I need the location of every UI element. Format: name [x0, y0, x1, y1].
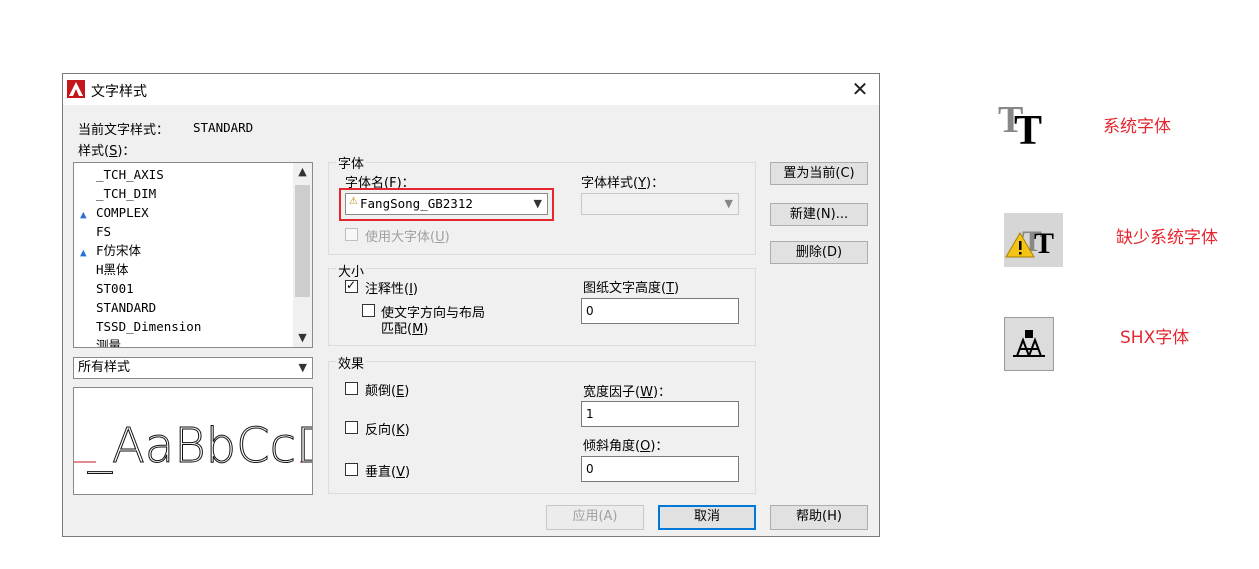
style-listbox[interactable]: _TCH_AXIS _TCH_DIM ▲ COMPLEX FS ▲ F仿宋体 H黑体…: [73, 162, 313, 348]
style-list-item[interactable]: H黑体: [74, 260, 294, 279]
current-style-label: 当前文字样式：: [78, 123, 170, 138]
missing-font-icon: T T: [1004, 213, 1063, 267]
cancel-button[interactable]: 取消: [658, 505, 756, 530]
autocad-app-icon: [67, 80, 85, 98]
preview-text: _AaBbCcD: [87, 418, 313, 474]
style-list-item[interactable]: FS: [74, 222, 294, 241]
annotative-icon: ▲: [80, 246, 87, 259]
annotative-icon: ▲: [80, 208, 87, 221]
preview-canvas: _AaBbCcD: [74, 418, 313, 475]
set-current-button[interactable]: 置为当前(C): [770, 162, 868, 185]
chevron-down-icon: ▼: [298, 361, 307, 374]
dialog-title: 文字样式: [91, 84, 147, 100]
match-orientation-checkbox[interactable]: [362, 304, 375, 317]
shx-compass-icon: [1013, 330, 1045, 357]
style-list-item[interactable]: _TCH_DIM: [74, 184, 294, 203]
close-button[interactable]: ✕: [845, 76, 875, 102]
truetype-font-icon: T T: [998, 99, 1042, 150]
style-filter-dropdown[interactable]: 所有样式 ▼: [73, 357, 313, 379]
match-orientation-label-line2: 匹配(M): [381, 322, 429, 337]
shx-font-icon: [1004, 317, 1054, 371]
style-list-item[interactable]: ▲ F仿宋体: [74, 241, 294, 260]
backwards-label: 反向(K): [365, 423, 410, 438]
use-bigfont-checkbox[interactable]: [345, 228, 358, 241]
font-style-dropdown[interactable]: ▼: [581, 193, 739, 215]
style-list-item[interactable]: ST001: [74, 279, 294, 298]
vertical-label: 垂直(V): [365, 465, 411, 480]
chevron-down-icon: ▼: [724, 197, 733, 210]
paper-height-input[interactable]: 0: [581, 298, 739, 324]
scroll-thumb[interactable]: [295, 185, 310, 297]
paper-height-label: 图纸文字高度(T): [583, 281, 680, 296]
new-style-button[interactable]: 新建(N)...: [770, 203, 868, 226]
svg-text:T: T: [1014, 108, 1042, 150]
scroll-down-icon[interactable]: ▼: [293, 329, 312, 347]
legend-shx-font: SHX字体: [1120, 328, 1190, 348]
oblique-angle-label: 倾斜角度(O)：: [583, 439, 669, 454]
use-bigfont-label: 使用大字体(U): [365, 230, 450, 245]
backwards-checkbox[interactable]: [345, 421, 358, 434]
style-list-item[interactable]: STANDARD: [74, 298, 294, 317]
svg-text:T: T: [1034, 227, 1054, 260]
upside-down-label: 颠倒(E): [365, 384, 410, 399]
style-list-item[interactable]: ▲ COMPLEX: [74, 203, 294, 222]
legend-missing-system-font: 缺少系统字体: [1116, 228, 1218, 248]
style-list-item[interactable]: _TCH_AXIS: [74, 165, 294, 184]
current-style-value: STANDARD: [193, 120, 254, 135]
text-preview: _AaBbCcD: [73, 387, 313, 495]
scroll-up-icon[interactable]: ▲: [293, 163, 312, 181]
oblique-angle-input[interactable]: 0: [581, 456, 739, 482]
style-list-scrollbar[interactable]: ▲ ▼: [293, 163, 312, 347]
apply-button[interactable]: 应用(A): [546, 505, 644, 530]
styles-label: 样式(S)：: [78, 144, 136, 159]
annotative-checkbox[interactable]: [345, 278, 358, 293]
style-list-item[interactable]: TSSD_Dimension: [74, 317, 294, 336]
width-factor-label: 宽度因子(W)：: [583, 385, 672, 400]
help-button[interactable]: 帮助(H): [770, 505, 868, 530]
font-style-label: 字体样式(Y)：: [581, 176, 665, 191]
title-bar: 文字样式 ✕: [63, 74, 879, 105]
style-list-item[interactable]: 测量: [74, 336, 294, 347]
style-filter-value: 所有样式: [78, 360, 131, 375]
vertical-checkbox[interactable]: [345, 463, 358, 476]
warning-truetype-icon: T T: [1005, 225, 1054, 260]
font-group-title: 字体: [336, 153, 367, 172]
font-name-highlight-box: [339, 188, 554, 221]
legend-system-font: 系统字体: [1103, 117, 1171, 137]
annotative-label: 注释性(I): [365, 282, 418, 297]
delete-style-button[interactable]: 删除(D): [770, 241, 868, 264]
upside-down-checkbox[interactable]: [345, 382, 358, 395]
close-icon: ✕: [851, 77, 869, 101]
effects-group-title: 效果: [336, 353, 367, 372]
text-style-dialog: 文字样式 ✕ 当前文字样式： STANDARD 样式(S)： _TCH_AXIS…: [62, 73, 880, 537]
width-factor-input[interactable]: 1: [581, 401, 739, 427]
